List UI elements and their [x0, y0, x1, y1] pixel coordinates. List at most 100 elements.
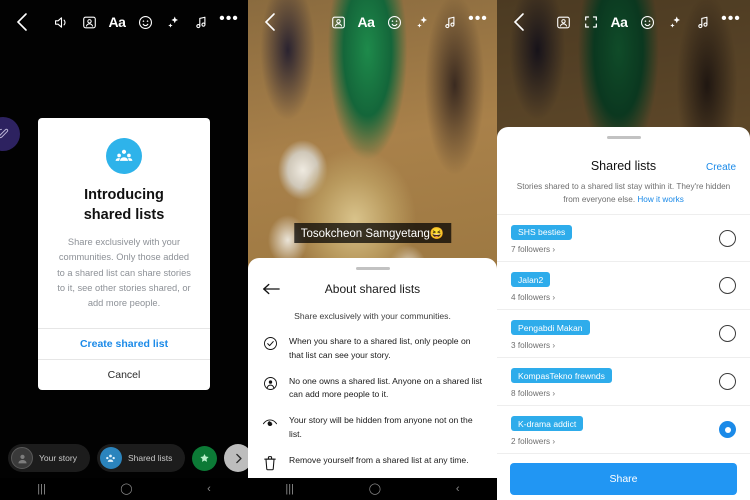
list-radio[interactable] [719, 229, 736, 247]
person-card-icon[interactable] [76, 9, 102, 35]
sheet-header: About shared lists [248, 270, 497, 300]
create-link[interactable]: Create [706, 162, 736, 173]
person-card-icon[interactable] [325, 9, 351, 35]
bullet-text: Remove yourself from a shared list at an… [289, 454, 469, 465]
list-radio[interactable] [719, 277, 736, 295]
back-arrow-icon[interactable] [254, 7, 284, 37]
more-icon[interactable]: ••• [465, 9, 491, 35]
more-icon[interactable]: ••• [216, 9, 242, 35]
back-arrow-icon[interactable] [6, 7, 36, 37]
more-icon-label: ••• [468, 10, 488, 27]
more-icon-label: ••• [219, 10, 239, 27]
share-button[interactable]: Share [510, 463, 737, 496]
cancel-button[interactable]: Cancel [38, 358, 210, 390]
chip-shared-lists[interactable]: Shared lists [96, 444, 186, 472]
shared-lists-header: Shared lists Create [497, 139, 750, 173]
text-icon[interactable]: Aa [104, 9, 130, 35]
list-item[interactable]: Jalan2 4 followers › [497, 262, 750, 311]
panel2-toolbar: Aa ••• [248, 0, 497, 44]
panel3-toolbar: Aa ••• [497, 0, 750, 44]
list-name-pill: KompasTekno frewnds [511, 368, 612, 384]
send-arrow-icon[interactable] [224, 444, 248, 472]
chip-shared-lists-label: Shared lists [127, 453, 173, 463]
list-item[interactable]: SHS besties 7 followers › [497, 214, 750, 263]
list-name-pill: Pengabdi Makan [511, 320, 590, 336]
share-button-wrap: Share [497, 454, 750, 500]
list-item[interactable]: KompasTekno frewnds 8 followers › [497, 358, 750, 407]
android-navbar-2: ||| ◯ ‹ [248, 478, 497, 500]
list-followers[interactable]: 2 followers › [511, 437, 719, 446]
list-item-info: Pengabdi Makan 3 followers › [511, 318, 719, 350]
sparkle-icon[interactable] [409, 9, 435, 35]
text-icon[interactable]: Aa [606, 9, 632, 35]
list-item[interactable]: K-drama addict 2 followers › [497, 406, 750, 455]
list-followers[interactable]: 8 followers › [511, 389, 719, 398]
dialog-title-line1: Introducing [84, 187, 164, 203]
sparkle-icon[interactable] [160, 9, 186, 35]
navbar-recents-icon[interactable]: ||| [285, 483, 294, 495]
list-name-pill: Jalan2 [511, 272, 551, 288]
sparkle-icon[interactable] [662, 9, 688, 35]
list-radio[interactable] [719, 373, 736, 391]
more-icon[interactable]: ••• [718, 9, 744, 35]
description-text: Stories shared to a shared list stay wit… [516, 182, 731, 204]
person-card-icon[interactable] [550, 9, 576, 35]
bullet-text: Your story will be hidden from anyone no… [289, 415, 473, 439]
more-icon-label: ••• [721, 10, 741, 27]
navbar-home-icon[interactable]: ◯ [369, 483, 381, 495]
text-icon-label: Aa [108, 14, 126, 30]
bullet-text: No one owns a shared list. Anyone on a s… [289, 375, 482, 400]
navbar-recents-icon[interactable]: ||| [37, 483, 46, 495]
sheet-subtitle: Share exclusively with your communities. [294, 311, 451, 321]
sheet-back-arrow-icon[interactable] [262, 282, 284, 296]
sticker-icon[interactable] [132, 9, 158, 35]
eye-hidden-icon [261, 414, 279, 430]
group-people-icon [106, 138, 142, 174]
dialog-body: Introducing shared lists Share exclusive… [38, 118, 210, 328]
list-radio[interactable] [719, 325, 736, 343]
dialog-title: Introducing shared lists [54, 186, 194, 225]
text-icon-label: Aa [610, 14, 628, 30]
audience-chip-bar: Your story Shared lists [0, 442, 248, 474]
panel-introducing-shared-lists: Aa ••• Introducing shared lists Share ex… [0, 0, 248, 500]
create-shared-list-button[interactable]: Create shared list [38, 327, 210, 359]
introducing-shared-lists-dialog: Introducing shared lists Share exclusive… [38, 118, 210, 390]
list-followers[interactable]: 7 followers › [511, 245, 719, 254]
sticker-icon[interactable] [381, 9, 407, 35]
dialog-description: Share exclusively with your communities.… [57, 237, 191, 309]
shared-lists-description: Stories shared to a shared list stay wit… [497, 173, 750, 206]
bullet-text: When you share to a shared list, only pe… [289, 336, 471, 360]
list-item[interactable]: Pengabdi Makan 3 followers › [497, 310, 750, 359]
check-circle-icon [261, 335, 279, 351]
music-icon[interactable] [188, 9, 214, 35]
navbar-back-icon[interactable]: ‹ [456, 483, 460, 495]
about-shared-lists-sheet: About shared lists Share exclusively wit… [248, 258, 497, 500]
story-caption[interactable]: Tosokcheon Samgyetang😆 [293, 223, 452, 243]
text-icon-label: Aa [357, 14, 375, 30]
music-icon[interactable] [690, 9, 716, 35]
volume-icon[interactable] [48, 9, 74, 35]
page-title: Shared lists [590, 159, 657, 173]
list-radio-selected[interactable] [719, 421, 736, 439]
shared-lists-avatar-icon [99, 447, 122, 469]
shared-lists-sheet: Shared lists Create Stories shared to a … [497, 127, 750, 500]
chip-your-story[interactable]: Your story [8, 444, 90, 472]
navbar-back-icon[interactable]: ‹ [207, 483, 211, 495]
shared-lists-rows: SHS besties 7 followers › Jalan2 4 follo… [497, 214, 750, 455]
list-item-info: Jalan2 4 followers › [511, 270, 719, 302]
person-circle-icon [261, 375, 279, 391]
navbar-home-icon[interactable]: ◯ [120, 483, 132, 495]
music-icon[interactable] [437, 9, 463, 35]
close-friends-icon[interactable] [192, 445, 218, 471]
list-name-pill: SHS besties [511, 224, 573, 240]
chip-your-story-label: Your story [39, 453, 77, 463]
list-followers[interactable]: 4 followers › [511, 293, 719, 302]
list-followers[interactable]: 3 followers › [511, 341, 719, 350]
back-arrow-icon[interactable] [503, 7, 533, 37]
crop-expand-icon[interactable] [578, 9, 604, 35]
bullet-item: When you share to a shared list, only pe… [261, 329, 484, 369]
sticker-icon[interactable] [634, 9, 660, 35]
list-item-info: KompasTekno frewnds 8 followers › [511, 366, 719, 398]
text-icon[interactable]: Aa [353, 9, 379, 35]
how-it-works-link[interactable]: How it works [637, 195, 683, 204]
